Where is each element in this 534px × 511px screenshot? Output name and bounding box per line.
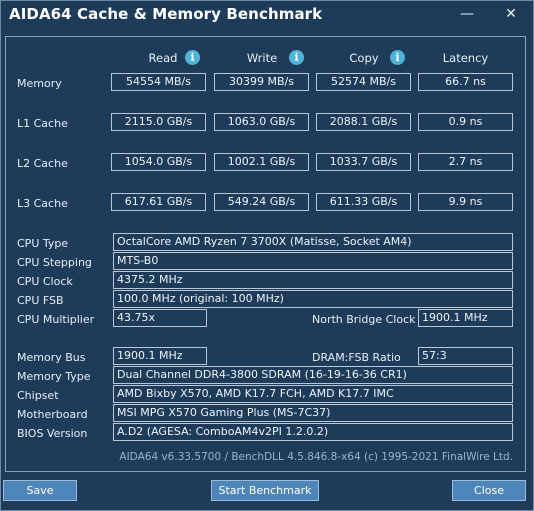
- memory-read-value: 54554 MB/s: [111, 73, 206, 91]
- version-text: AIDA64 v6.33.5700 / BenchDLL 4.5.846.8-x…: [119, 451, 513, 463]
- l1-latency-value: 0.9 ns: [418, 113, 513, 131]
- read-header: Read: [148, 51, 178, 65]
- close-window-button[interactable]: ✕: [489, 1, 533, 29]
- start-benchmark-button[interactable]: Start Benchmark: [211, 480, 319, 501]
- l2-write-value: 1002.1 GB/s: [214, 153, 309, 171]
- dram-ratio-label: DRAM:FSB Ratio: [312, 351, 401, 364]
- bios-value: A.D2 (AGESA: ComboAM4v2PI 1.2.0.2): [113, 423, 513, 441]
- cpu-clock-label: CPU Clock: [17, 275, 73, 288]
- bios-label: BIOS Version: [17, 427, 88, 440]
- memory-latency-value: 66.7 ns: [418, 73, 513, 91]
- dram-ratio-value: 57:3: [418, 347, 513, 365]
- close-button[interactable]: Close: [452, 480, 526, 501]
- l2-copy-value: 1033.7 GB/s: [316, 153, 411, 171]
- version-footer: AIDA64 v6.33.5700 / BenchDLL 4.5.846.8-x…: [6, 451, 527, 463]
- copy-info-icon[interactable]: i: [390, 50, 405, 65]
- write-header: Write: [246, 51, 278, 65]
- copy-header: Copy: [349, 51, 379, 65]
- l3-read-value: 617.61 GB/s: [111, 193, 206, 211]
- cpu-type-value: OctalCore AMD Ryzen 7 3700X (Matisse, So…: [113, 233, 513, 251]
- title-bar: AIDA64 Cache & Memory Benchmark — ✕: [1, 1, 533, 31]
- l3-write-value: 549.24 GB/s: [214, 193, 309, 211]
- motherboard-label: Motherboard: [17, 408, 88, 421]
- l2-row-label: L2 Cache: [17, 157, 68, 170]
- memory-bus-label: Memory Bus: [17, 351, 86, 364]
- memory-type-label: Memory Type: [17, 370, 91, 383]
- memory-write-value: 30399 MB/s: [214, 73, 309, 91]
- l1-row-label: L1 Cache: [17, 117, 68, 130]
- memory-row-label: Memory: [17, 77, 62, 90]
- cpu-stepping-value: MTS-B0: [113, 252, 513, 270]
- l3-row-label: L3 Cache: [17, 197, 68, 210]
- results-panel: Read i Write i Copy i Latency Memory 545…: [5, 36, 526, 472]
- read-info-icon[interactable]: i: [185, 50, 200, 65]
- cpu-stepping-label: CPU Stepping: [17, 256, 92, 269]
- minimize-button[interactable]: —: [445, 1, 489, 29]
- l1-write-value: 1063.0 GB/s: [214, 113, 309, 131]
- benchmark-window: AIDA64 Cache & Memory Benchmark — ✕ Read…: [0, 0, 534, 511]
- cpu-clock-value: 4375.2 MHz: [113, 271, 513, 289]
- memory-type-value: Dual Channel DDR4-3800 SDRAM (16-19-16-3…: [113, 366, 513, 384]
- l1-copy-value: 2088.1 GB/s: [316, 113, 411, 131]
- cpu-multiplier-value: 43.75x: [113, 309, 207, 327]
- cpu-fsb-value: 100.0 MHz (original: 100 MHz): [113, 290, 513, 308]
- cpu-type-label: CPU Type: [17, 237, 69, 250]
- l2-latency-value: 2.7 ns: [418, 153, 513, 171]
- nb-clock-value: 1900.1 MHz: [418, 309, 513, 327]
- nb-clock-label: North Bridge Clock: [312, 313, 416, 326]
- l3-copy-value: 611.33 GB/s: [316, 193, 411, 211]
- l2-read-value: 1054.0 GB/s: [111, 153, 206, 171]
- l1-read-value: 2115.0 GB/s: [111, 113, 206, 131]
- chipset-value: AMD Bixby X570, AMD K17.7 FCH, AMD K17.7…: [113, 385, 513, 403]
- window-title: AIDA64 Cache & Memory Benchmark: [9, 5, 323, 23]
- memory-bus-value: 1900.1 MHz: [113, 347, 207, 365]
- save-button[interactable]: Save: [3, 480, 77, 501]
- memory-copy-value: 52574 MB/s: [316, 73, 411, 91]
- l3-latency-value: 9.9 ns: [418, 193, 513, 211]
- cpu-multiplier-label: CPU Multiplier: [17, 313, 95, 326]
- cpu-fsb-label: CPU FSB: [17, 294, 64, 307]
- latency-header: Latency: [442, 51, 489, 65]
- motherboard-value: MSI MPG X570 Gaming Plus (MS-7C37): [113, 404, 513, 422]
- chipset-label: Chipset: [17, 389, 59, 402]
- write-info-icon[interactable]: i: [289, 50, 304, 65]
